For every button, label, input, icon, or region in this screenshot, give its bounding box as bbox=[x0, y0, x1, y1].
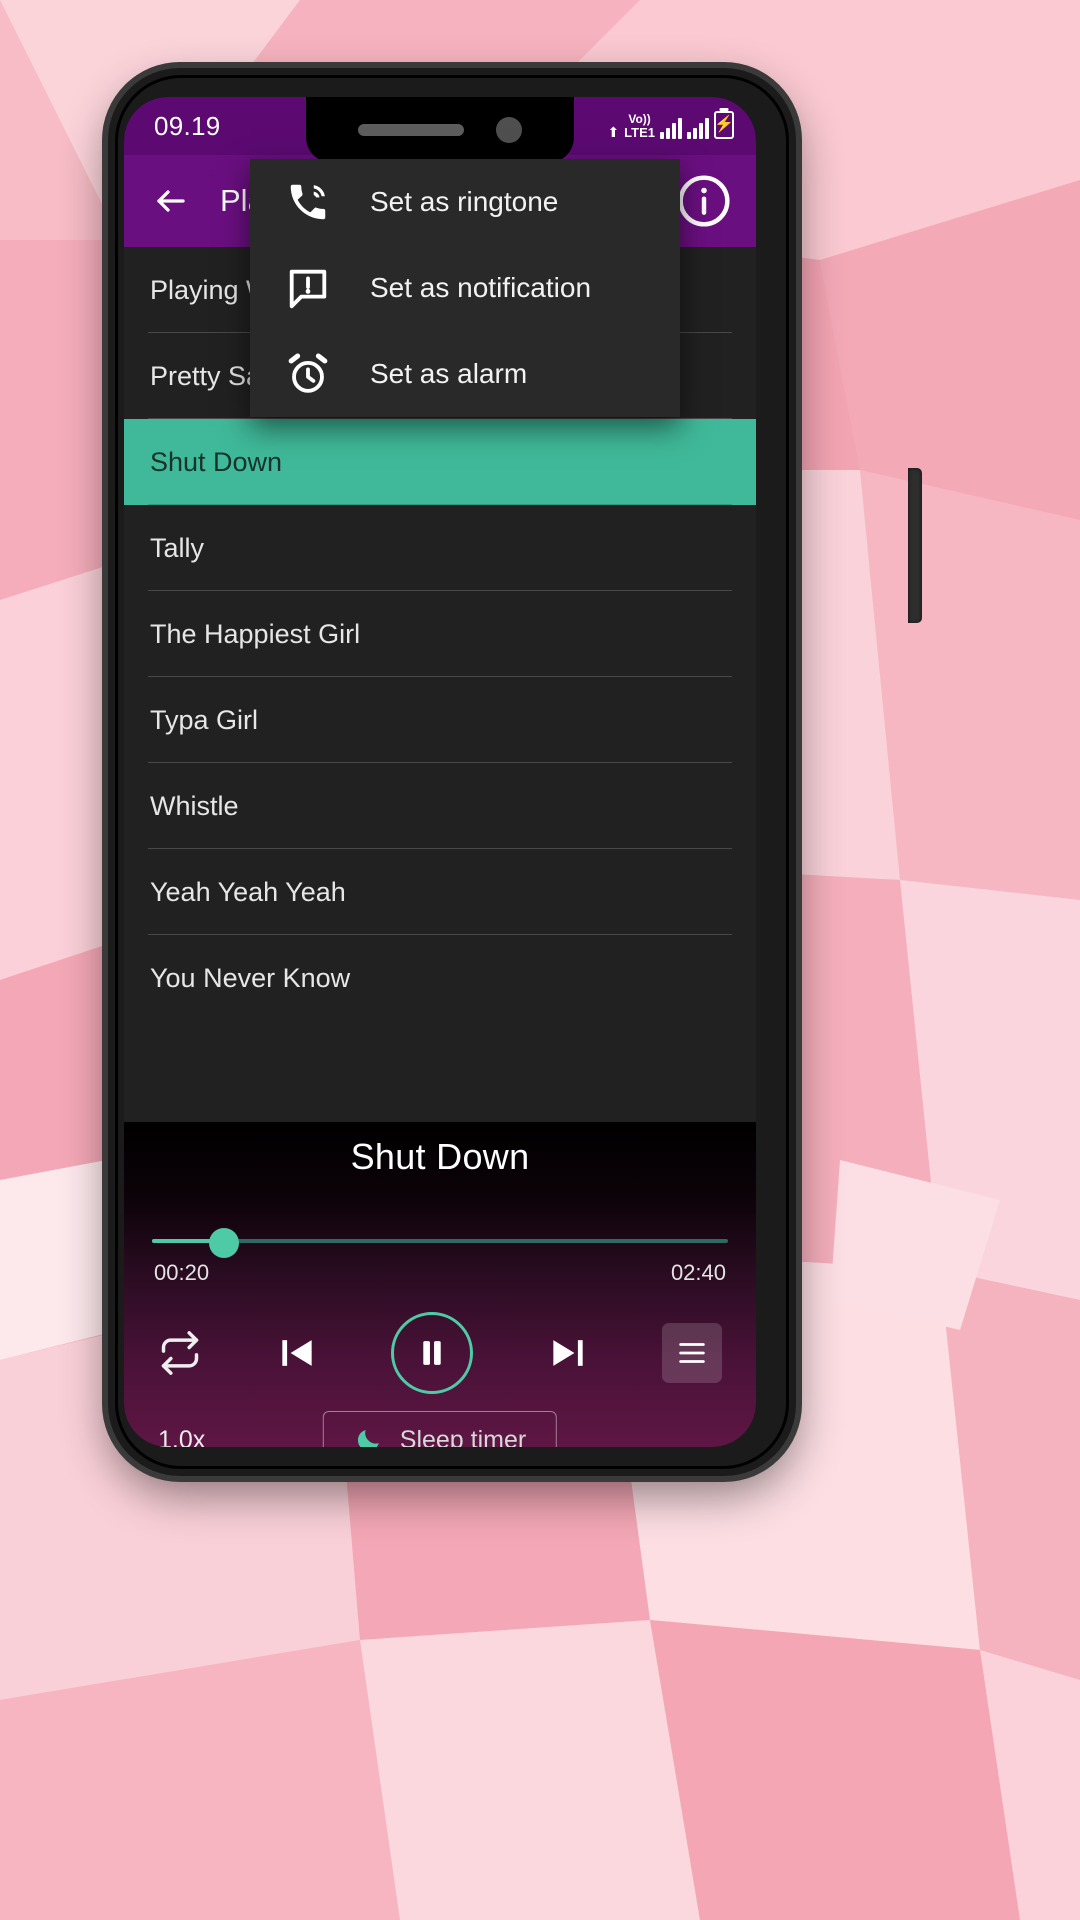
song-title: Yeah Yeah Yeah bbox=[150, 876, 346, 907]
song-title: You Never Know bbox=[150, 962, 351, 993]
info-circle-icon[interactable] bbox=[676, 173, 732, 229]
signal-bars-icon bbox=[660, 117, 682, 139]
phone-screen: 09.19 ⬆ Vo)) LTE1 ⚡ Playlist bbox=[124, 97, 756, 1447]
context-menu[interactable]: Set as ringtone Set as notification Set … bbox=[250, 159, 680, 417]
player-panel: Shut Down 00:20 02:40 1.0x Sleep timer bbox=[124, 1122, 756, 1447]
menu-item-set-as-alarm[interactable]: Set as alarm bbox=[250, 331, 680, 417]
time-labels: 00:20 02:40 bbox=[154, 1260, 726, 1286]
side-button-power[interactable] bbox=[908, 468, 922, 623]
list-item[interactable]: Tally bbox=[124, 505, 756, 591]
back-arrow-icon[interactable] bbox=[148, 183, 194, 219]
moon-icon bbox=[357, 1430, 379, 1447]
now-playing-title: Shut Down bbox=[350, 1136, 530, 1177]
front-camera bbox=[496, 117, 522, 143]
volte-indicator: Vo)) LTE1 bbox=[624, 112, 655, 140]
song-title: Whistle bbox=[150, 790, 239, 821]
song-title: Tally bbox=[150, 532, 205, 563]
data-upload-icon: ⬆ bbox=[607, 124, 620, 140]
seek-bar[interactable] bbox=[152, 1228, 728, 1258]
repeat-icon[interactable] bbox=[158, 1331, 202, 1375]
menu-item-label: Set as ringtone bbox=[370, 186, 559, 217]
song-title: Shut Down bbox=[150, 446, 283, 477]
alarm-clock-icon bbox=[284, 350, 332, 398]
sleep-timer-button[interactable]: Sleep timer bbox=[322, 1411, 558, 1448]
playback-speed-button[interactable]: 1.0x bbox=[158, 1426, 205, 1448]
song-title: The Happiest Girl bbox=[150, 618, 361, 649]
list-item[interactable]: Typa Girl bbox=[124, 677, 756, 763]
status-icons: ⬆ Vo)) LTE1 ⚡ bbox=[607, 109, 734, 143]
player-bottom-row: 1.0x Sleep timer bbox=[158, 1408, 722, 1447]
signal-bars-secondary-icon bbox=[687, 117, 709, 139]
menu-item-label: Set as notification bbox=[370, 272, 592, 303]
list-item[interactable]: Yeah Yeah Yeah bbox=[124, 849, 756, 935]
menu-item-set-as-ringtone[interactable]: Set as ringtone bbox=[250, 159, 680, 245]
menu-item-label: Set as alarm bbox=[370, 358, 528, 389]
status-clock: 09.19 bbox=[154, 110, 221, 141]
playback-controls bbox=[158, 1310, 722, 1396]
seek-thumb[interactable] bbox=[209, 1228, 239, 1258]
phone-notch bbox=[306, 97, 574, 163]
phone-ringtone-icon bbox=[284, 178, 332, 226]
battery-charging-icon: ⚡ bbox=[714, 111, 734, 139]
notification-chat-icon bbox=[284, 264, 332, 312]
sleep-timer-label: Sleep timer bbox=[399, 1425, 527, 1448]
elapsed-time: 00:20 bbox=[154, 1260, 210, 1285]
queue-list-icon[interactable] bbox=[662, 1323, 722, 1383]
earpiece-speaker bbox=[358, 124, 464, 136]
menu-item-set-as-notification[interactable]: Set as notification bbox=[250, 245, 680, 331]
skip-previous-icon[interactable] bbox=[275, 1331, 319, 1375]
list-item[interactable]: Shut Down bbox=[124, 419, 756, 505]
pause-icon[interactable] bbox=[391, 1312, 473, 1394]
list-item[interactable]: The Happiest Girl bbox=[124, 591, 756, 677]
list-item[interactable]: Whistle bbox=[124, 763, 756, 849]
total-time: 02:40 bbox=[670, 1260, 726, 1285]
song-title: Typa Girl bbox=[150, 704, 259, 735]
skip-next-icon[interactable] bbox=[546, 1331, 590, 1375]
list-item[interactable]: You Never Know bbox=[124, 935, 756, 1021]
